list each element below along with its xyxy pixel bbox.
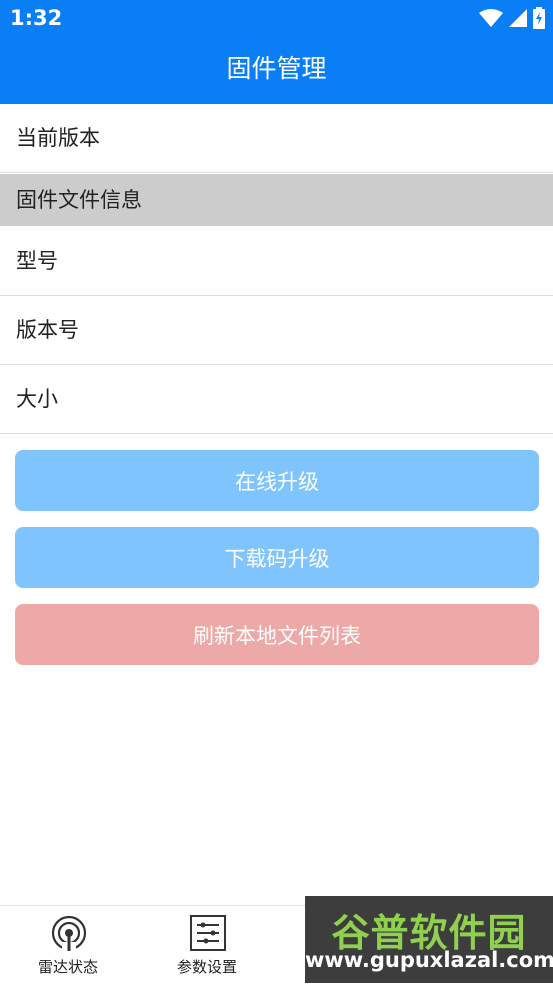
version-number-row: 版本号 bbox=[0, 296, 553, 365]
current-version-label: 当前版本 bbox=[16, 126, 100, 150]
version-number-label: 版本号 bbox=[16, 318, 79, 342]
refresh-local-file-list-button[interactable]: 刷新本地文件列表 bbox=[15, 604, 539, 665]
model-row: 型号 bbox=[0, 227, 553, 296]
watermark-logo: 谷普软件园 www.gupuxlazal.com bbox=[305, 896, 553, 983]
download-code-upgrade-button[interactable]: 下载码升级 bbox=[15, 527, 539, 588]
nav-label-parameter-settings: 参数设置 bbox=[176, 958, 237, 976]
online-upgrade-button[interactable]: 在线升级 bbox=[15, 450, 539, 511]
firmware-info-header: 固件文件信息 bbox=[0, 174, 553, 226]
nav-item-radar-status[interactable]: 雷达状态 bbox=[8, 906, 128, 984]
nav-label-radar-status: 雷达状态 bbox=[37, 958, 98, 976]
signal-icon bbox=[509, 9, 527, 27]
status-bar: 1:32 bbox=[0, 0, 553, 38]
status-time: 1:32 bbox=[10, 6, 63, 30]
battery-icon bbox=[533, 7, 545, 29]
app-bar: 1:32 固件管理 bbox=[0, 0, 553, 104]
firmware-info-title: 固件文件信息 bbox=[16, 188, 142, 212]
size-label: 大小 bbox=[16, 387, 58, 411]
size-row: 大小 bbox=[0, 365, 553, 434]
status-icons bbox=[479, 6, 545, 30]
settings-sliders-icon bbox=[190, 915, 226, 951]
watermark-url: www.gupuxlazal.com bbox=[305, 948, 553, 972]
wifi-icon bbox=[479, 9, 503, 27]
page-title: 固件管理 bbox=[226, 54, 327, 83]
model-label: 型号 bbox=[16, 249, 58, 273]
nav-item-parameter-settings[interactable]: 参数设置 bbox=[147, 906, 267, 984]
radar-icon bbox=[51, 915, 87, 952]
current-version-row: 当前版本 bbox=[0, 104, 553, 173]
